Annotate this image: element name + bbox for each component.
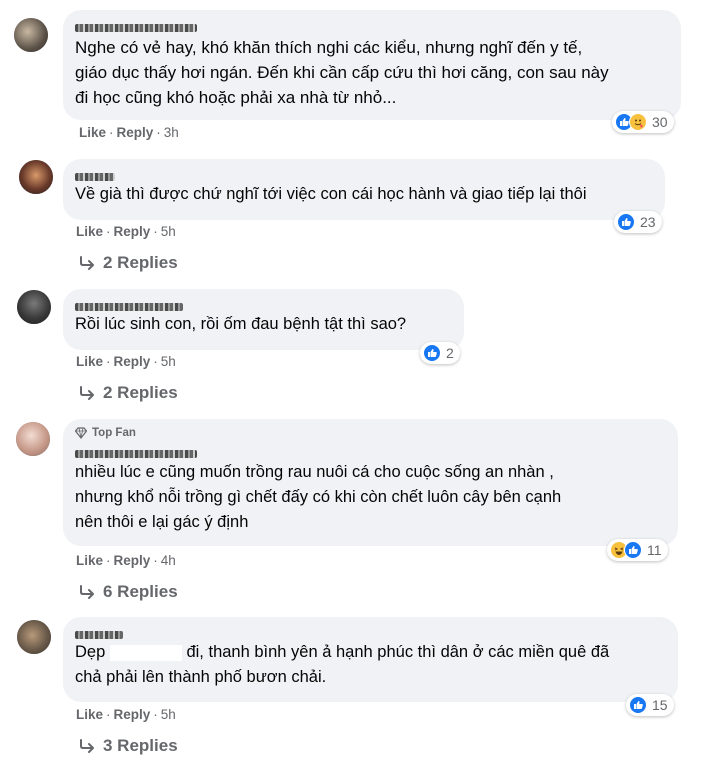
top-fan-label: Top Fan [92,427,136,439]
like-icon [629,696,647,714]
like-icon [423,344,441,362]
author-name[interactable] [75,445,666,458]
reaction-count[interactable]: 23 [614,211,662,233]
timestamp[interactable]: 4h [161,553,176,568]
reaction-count[interactable]: 11 [607,539,668,561]
reply-button[interactable]: Reply [114,354,151,369]
author-name[interactable] [75,19,669,32]
reply-arrow-icon [80,256,94,270]
reply-button[interactable]: Reply [114,707,151,722]
comment-text: nhiều lúc e cũng muốn trồng rau nuôi cá … [75,463,562,531]
like-button[interactable]: Like [76,553,103,568]
comment-actions: Like · Reply · 4h [76,553,176,568]
comment-bubble: Rồi lúc sinh con, rồi ốm đau bệnh tật th… [63,289,464,350]
reaction-number: 2 [446,345,454,361]
comment-text: Rồi lúc sinh con, rồi ốm đau bệnh tật th… [75,315,407,333]
comment-actions: Like · Reply · 5h [76,354,176,369]
avatar[interactable] [14,18,48,52]
avatar[interactable] [17,620,51,654]
comment-actions: Like · Reply · 5h [76,707,176,722]
comment-actions: Like · Reply · 3h [79,125,179,140]
comment-bubble: Dẹp đi, thanh bình yên ả hạnh phúc thì d… [63,617,678,702]
avatar[interactable] [16,422,50,456]
timestamp[interactable]: 5h [161,707,176,722]
view-replies-button[interactable]: 2 Replies [79,253,178,273]
timestamp[interactable]: 5h [161,224,176,239]
top-fan-badge: Top Fan [75,426,666,440]
replies-label: 2 Replies [103,383,178,402]
reaction-count[interactable]: 15 [626,694,674,716]
comment-text-start: Dẹp [75,643,106,661]
like-button[interactable]: Like [79,125,106,140]
timestamp[interactable]: 5h [161,354,176,369]
replies-label: 3 Replies [103,736,178,755]
reply-arrow-icon [80,386,94,400]
comment-bubble: Top Fan nhiều lúc e cũng muốn trồng rau … [63,419,678,546]
view-replies-button[interactable]: 3 Replies [79,736,178,756]
comment-text: Dẹp đi, thanh bình yên ả hạnh phúc thì d… [75,640,666,690]
reaction-count[interactable]: 2 [420,342,460,364]
reaction-number: 15 [652,697,668,713]
replies-label: 2 Replies [103,253,178,272]
reaction-number: 30 [652,114,668,130]
reply-button[interactable]: Reply [114,224,151,239]
author-name[interactable] [75,626,666,639]
care-icon [629,113,647,131]
like-button[interactable]: Like [76,707,103,722]
view-replies-button[interactable]: 2 Replies [79,383,178,403]
reply-button[interactable]: Reply [114,553,151,568]
author-name[interactable] [75,298,452,311]
reply-button[interactable]: Reply [117,125,154,140]
replies-label: 6 Replies [103,582,178,601]
comment-text: Về già thì được chứ nghĩ tới việc con cá… [75,185,587,203]
like-button[interactable]: Like [76,354,103,369]
reply-arrow-icon [80,585,94,599]
like-icon [617,213,635,231]
comment-bubble: Về già thì được chứ nghĩ tới việc con cá… [63,159,665,220]
redacted-text [109,644,182,661]
reply-arrow-icon [80,739,94,753]
view-replies-button[interactable]: 6 Replies [79,582,178,602]
reaction-count[interactable]: 30 [612,111,674,133]
reaction-number: 11 [647,542,662,558]
reaction-number: 23 [640,214,656,230]
comment-bubble: Nghe có vẻ hay, khó khăn thích nghi các … [63,10,681,120]
diamond-icon [75,427,87,439]
like-icon [624,541,642,559]
like-button[interactable]: Like [76,224,103,239]
timestamp[interactable]: 3h [164,125,179,140]
comment-actions: Like · Reply · 5h [76,224,176,239]
comment-text: Nghe có vẻ hay, khó khăn thích nghi các … [75,38,609,107]
avatar[interactable] [19,160,53,194]
author-name[interactable] [75,168,653,181]
avatar[interactable] [17,290,51,324]
